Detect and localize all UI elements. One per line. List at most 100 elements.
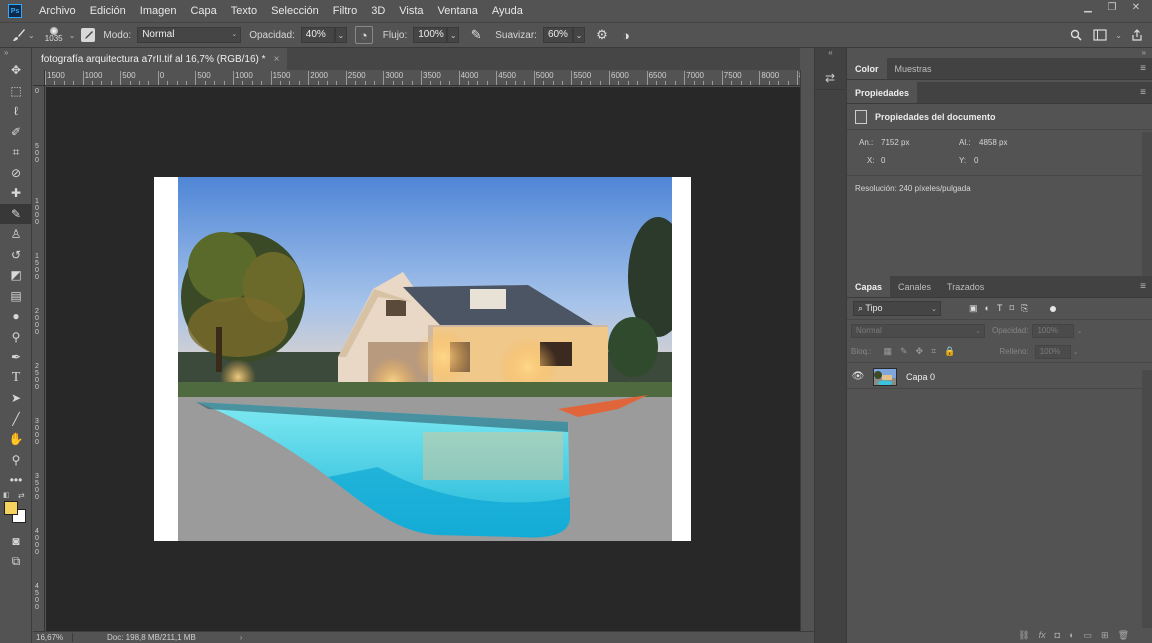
eyedropper-tool-icon[interactable]: ⊘ bbox=[0, 163, 32, 184]
menu-ayuda[interactable]: Ayuda bbox=[485, 5, 530, 17]
tab-canales[interactable]: Canales bbox=[890, 276, 939, 297]
brush-tool-active-icon[interactable]: ✎ bbox=[0, 203, 32, 224]
line-tool-icon[interactable]: ╱ bbox=[0, 409, 32, 430]
share-icon[interactable] bbox=[1128, 26, 1146, 44]
mode-select[interactable]: Normal ⌄ bbox=[137, 27, 242, 43]
lock-transparent-icon[interactable]: ▦ bbox=[883, 346, 892, 357]
hand-tool-icon[interactable]: ✋ bbox=[0, 429, 32, 450]
color-panel-menu-icon[interactable]: ≡ bbox=[1140, 63, 1146, 74]
width-value[interactable]: 7152 px bbox=[881, 138, 909, 147]
filter-pixel-icon[interactable]: ▣ bbox=[969, 303, 978, 314]
zoom-tool-icon[interactable]: ⚲ bbox=[0, 450, 32, 471]
document-tab[interactable]: fotografía arquitectura a7rII.tif al 16,… bbox=[33, 48, 288, 70]
canvas-area[interactable] bbox=[46, 87, 800, 631]
add-mask-icon[interactable]: ◘ bbox=[1055, 630, 1060, 640]
filter-adjustment-icon[interactable]: ◐ bbox=[985, 303, 990, 314]
type-tool-icon[interactable]: T bbox=[0, 368, 32, 389]
smoothing-input[interactable]: 60% bbox=[542, 27, 573, 43]
marquee-tool-icon[interactable]: ⬚ bbox=[0, 81, 32, 102]
minimize-icon[interactable]: ▁ bbox=[1078, 2, 1098, 16]
ruler-origin[interactable] bbox=[33, 70, 45, 86]
menu-ventana[interactable]: Ventana bbox=[431, 5, 485, 17]
crop-tool-icon[interactable]: ⌗ bbox=[0, 142, 32, 163]
ruler-horizontal[interactable]: 1500 1000 500 0 500 1000 1500 2000 2500 3000 3500 4… bbox=[45, 70, 800, 86]
fill-dropdown-icon[interactable]: ⌄ bbox=[1073, 348, 1079, 356]
swap-colors-icon[interactable]: ⇄ bbox=[18, 491, 25, 500]
brush-preset-chevron-icon[interactable]: ⌄ bbox=[69, 31, 76, 40]
layers-panel-menu-icon[interactable]: ≡ bbox=[1140, 281, 1146, 292]
new-layer-icon[interactable]: ⊞ bbox=[1101, 630, 1109, 641]
menu-archivo[interactable]: Archivo bbox=[32, 5, 83, 17]
properties-scrollbar[interactable] bbox=[1142, 132, 1152, 276]
lock-artboard-icon[interactable]: ⌗ bbox=[931, 346, 936, 357]
close-window-icon[interactable]: ✕ bbox=[1126, 2, 1146, 16]
layer-name[interactable]: Capa 0 bbox=[906, 372, 935, 382]
delete-layer-trash-icon[interactable]: 🗑 bbox=[1118, 630, 1129, 641]
lasso-tool-icon[interactable]: ℓ bbox=[0, 101, 32, 122]
lock-all-icon[interactable]: 🔒 bbox=[944, 346, 955, 357]
toolbar-collapse-icon[interactable]: » bbox=[0, 48, 31, 60]
smoothing-dropdown-icon[interactable]: ⌄ bbox=[572, 27, 585, 43]
layer-row[interactable]: 👁 Capa 0 bbox=[847, 365, 1152, 389]
adjustment-layer-icon[interactable]: ◐ bbox=[1069, 630, 1074, 640]
y-value[interactable]: 0 bbox=[974, 156, 978, 165]
default-colors-icon[interactable]: ◧ bbox=[3, 491, 10, 499]
x-value[interactable]: 0 bbox=[881, 156, 885, 165]
flow-input[interactable]: 100% bbox=[413, 27, 448, 43]
move-tool-icon[interactable]: ✥ bbox=[0, 60, 32, 81]
tool-preset-chevron-icon[interactable]: ⌄ bbox=[28, 31, 35, 40]
menu-capa[interactable]: Capa bbox=[183, 5, 223, 17]
fill-input[interactable]: 100% bbox=[1034, 344, 1071, 359]
layer-opacity-dropdown-icon[interactable]: ⌄ bbox=[1076, 327, 1082, 335]
smoothing-settings-gear-icon[interactable]: ⚙ bbox=[593, 26, 611, 44]
search-icon[interactable] bbox=[1067, 26, 1085, 44]
dodge-tool-icon[interactable]: ⚲ bbox=[0, 327, 32, 348]
tab-muestras[interactable]: Muestras bbox=[887, 58, 940, 79]
blur-tool-icon[interactable]: ● bbox=[0, 306, 32, 327]
menu-texto[interactable]: Texto bbox=[224, 5, 264, 17]
brush-settings-icon[interactable] bbox=[81, 28, 96, 42]
ruler-vertical[interactable]: 0 5 0 0 1 0 0 0 1 5 0 0 2 0 0 0 2 5 0 0 3 0 0 … bbox=[33, 86, 45, 631]
filter-smart-object-icon[interactable]: ⎘ bbox=[1021, 303, 1028, 314]
opacity-input[interactable]: 40% bbox=[300, 27, 335, 43]
panels-collapse-icon[interactable]: » bbox=[847, 48, 1152, 58]
tab-propiedades[interactable]: Propiedades bbox=[847, 82, 918, 103]
layer-opacity-input[interactable]: 100% bbox=[1032, 323, 1075, 338]
healing-brush-tool-icon[interactable]: ✚ bbox=[0, 183, 32, 204]
tab-color[interactable]: Color bbox=[847, 58, 887, 79]
path-selection-tool-icon[interactable]: ➤ bbox=[0, 388, 32, 409]
pen-tool-icon[interactable]: ✒ bbox=[0, 347, 32, 368]
menu-edicion[interactable]: Edición bbox=[83, 5, 133, 17]
menu-3d[interactable]: 3D bbox=[364, 5, 392, 17]
foreground-color-swatch[interactable] bbox=[4, 500, 18, 515]
filter-shape-icon[interactable]: ⌑ bbox=[1009, 303, 1014, 314]
menu-filtro[interactable]: Filtro bbox=[326, 5, 364, 17]
workspace-icon[interactable] bbox=[1091, 26, 1109, 44]
layer-style-fx-icon[interactable]: fx bbox=[1039, 630, 1046, 640]
opacity-dropdown-icon[interactable]: ⌄ bbox=[334, 27, 347, 43]
menu-vista[interactable]: Vista bbox=[392, 5, 430, 17]
brush-tool-icon[interactable] bbox=[10, 26, 28, 44]
properties-panel-menu-icon[interactable]: ≡ bbox=[1140, 87, 1146, 98]
close-document-icon[interactable]: × bbox=[274, 54, 280, 65]
menu-seleccion[interactable]: Selección bbox=[264, 5, 326, 17]
pressure-size-icon[interactable]: ◑ bbox=[617, 26, 635, 44]
new-group-folder-icon[interactable]: ▭ bbox=[1084, 630, 1093, 641]
layer-kind-filter[interactable]: ⌕ Tipo ⌄ bbox=[853, 301, 941, 316]
gradient-tool-icon[interactable]: ▤ bbox=[0, 286, 32, 307]
document-canvas[interactable] bbox=[154, 177, 691, 541]
screen-mode-icon[interactable]: ⧉ bbox=[0, 551, 32, 572]
history-brush-tool-icon[interactable]: ↺ bbox=[0, 245, 32, 266]
height-value[interactable]: 4858 px bbox=[979, 138, 1007, 147]
quick-mask-icon[interactable]: ◙ bbox=[0, 531, 32, 552]
workspace-chevron-icon[interactable]: ⌄ bbox=[1115, 31, 1122, 40]
lock-pixels-icon[interactable]: ✎ bbox=[900, 346, 908, 357]
status-menu-chevron-icon[interactable]: › bbox=[240, 633, 243, 642]
dock-collapse-icon[interactable]: « bbox=[815, 48, 846, 58]
flow-dropdown-icon[interactable]: ⌄ bbox=[447, 27, 460, 43]
airbrush-icon[interactable]: ✎ bbox=[467, 26, 485, 44]
filter-toggle-switch[interactable] bbox=[1050, 305, 1057, 312]
layer-thumbnail[interactable] bbox=[873, 367, 897, 386]
lock-position-icon[interactable]: ✥ bbox=[916, 346, 924, 357]
more-tools-icon[interactable]: ••• bbox=[0, 470, 32, 491]
